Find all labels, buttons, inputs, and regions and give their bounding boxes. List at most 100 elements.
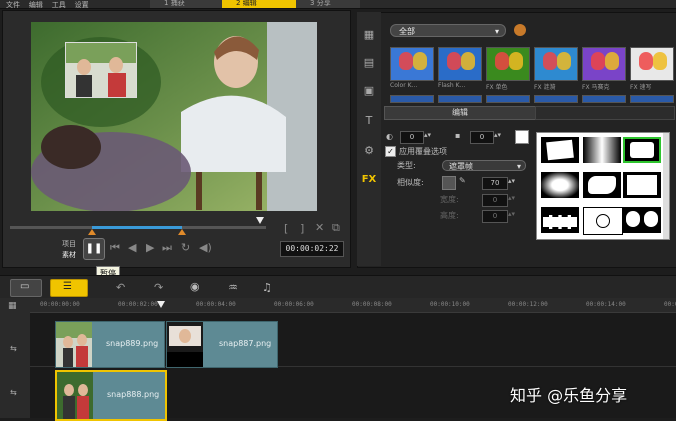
mode-clip[interactable]: 素材 — [62, 250, 76, 260]
type-value: 遮罩帧 — [449, 162, 473, 171]
spin-arrows-icon[interactable]: ▴▾ — [508, 210, 515, 218]
category-value: 全部 — [399, 27, 415, 36]
filter-thumbnail[interactable] — [582, 47, 626, 81]
menu-settings[interactable]: 设置 — [75, 2, 89, 9]
home-icon[interactable]: ⏮ — [110, 241, 120, 255]
redo-icon[interactable]: ↷ — [154, 281, 163, 294]
split-icon[interactable]: ✕ — [315, 221, 324, 234]
spin-arrows-icon[interactable]: ▴▾ — [508, 194, 515, 202]
menu-tools[interactable]: 工具 — [52, 2, 66, 9]
media-icon[interactable]: ▦ — [361, 28, 377, 42]
filter-thumbnail-partial[interactable] — [486, 95, 530, 103]
eyedropper-icon[interactable]: ✎ — [459, 176, 466, 185]
apply-overlay-checkbox[interactable]: ✓ — [385, 146, 396, 157]
step-edit[interactable]: 2 编辑 — [222, 0, 306, 8]
mode-project[interactable]: 项目 — [62, 239, 76, 249]
video-clip-snap887[interactable]: snap887.png — [166, 321, 278, 368]
tab-attributes[interactable] — [535, 106, 675, 120]
filter-thumbnail[interactable] — [630, 47, 674, 81]
similarity-label: 相似度: — [397, 178, 424, 187]
filter-thumbnail-partial[interactable] — [438, 95, 482, 103]
fx-icon[interactable]: FX — [361, 174, 377, 188]
playhead-handle[interactable] — [256, 217, 264, 224]
graphic-icon[interactable]: ▣ — [361, 84, 377, 98]
key-color-swatch[interactable] — [442, 176, 456, 190]
filter-thumbnail-partial[interactable] — [630, 95, 674, 103]
border-spin[interactable]: 0 — [470, 131, 494, 144]
video-clip-snap889[interactable]: snap889.png — [55, 321, 165, 368]
prev-frame-icon[interactable]: ◀ — [128, 241, 136, 254]
filter-thumbnail[interactable] — [534, 47, 578, 81]
similarity-spin[interactable]: 70 — [482, 177, 508, 190]
step-share[interactable]: 3 分享 — [296, 0, 360, 8]
category-dropdown[interactable]: 全部 ▾ — [390, 24, 506, 37]
mask-frame-9[interactable] — [623, 207, 661, 233]
ruler-tick-label: 00:00:08:00 — [352, 301, 392, 308]
spin-arrows-icon[interactable]: ▴▾ — [494, 131, 501, 139]
menu-file[interactable]: 文件 — [6, 2, 20, 9]
mask-frame-3-selected[interactable] — [623, 137, 661, 163]
trim-end-handle[interactable] — [178, 229, 186, 235]
filter-thumbnail-label: FX 速写 — [630, 84, 652, 91]
overlay-clip-snap888[interactable]: snap888.png — [55, 370, 167, 421]
overlay-track-icon: ⇆ — [10, 388, 17, 397]
enlarge-icon[interactable]: ⧉ — [332, 221, 340, 235]
type-label: 类型: — [397, 161, 416, 170]
mask-frame-7[interactable] — [541, 207, 579, 233]
overlay-pip[interactable] — [65, 42, 137, 98]
get-more-icon[interactable] — [514, 24, 526, 36]
next-frame-icon[interactable]: ▶ — [146, 241, 154, 254]
title-icon[interactable]: T — [361, 114, 377, 128]
balloon-icon — [557, 52, 571, 70]
type-select[interactable]: 遮罩帧 ▾ — [442, 160, 526, 171]
filter-thumbnail[interactable] — [390, 47, 434, 81]
mark-in-button[interactable]: [ — [284, 222, 288, 235]
timecode-display[interactable]: 00:00:02:22 — [280, 241, 344, 257]
width-spin[interactable]: 0 — [482, 194, 508, 207]
mask-frame-8[interactable] — [583, 207, 623, 235]
timeline-view-button[interactable]: ☰ — [50, 279, 88, 297]
ruler-tick-label: 00:00:10:00 — [430, 301, 470, 308]
mask-frame-6[interactable] — [623, 172, 661, 198]
filter-thumbnail-partial[interactable] — [390, 95, 434, 103]
mask-frame-1[interactable] — [541, 137, 579, 163]
mask-scrollbar[interactable] — [663, 133, 669, 239]
border-color-swatch[interactable] — [515, 130, 529, 144]
repeat-icon[interactable]: ↻ — [181, 241, 190, 254]
spin-arrows-icon[interactable]: ▴▾ — [424, 131, 431, 139]
balloon-icon — [447, 52, 461, 70]
trim-start-handle[interactable] — [88, 229, 96, 235]
end-icon[interactable]: ⏭ — [162, 241, 172, 255]
filter-thumbnail-label: FX 涟漪 — [534, 84, 556, 91]
balloon-icon — [543, 52, 557, 70]
mask-frame-5[interactable] — [583, 172, 621, 198]
mark-out-button[interactable]: ] — [300, 222, 304, 235]
mask-frame-2[interactable] — [583, 137, 621, 163]
balloon-icon — [399, 52, 413, 70]
height-spin[interactable]: 0 — [482, 210, 508, 223]
spin-arrows-icon[interactable]: ▴▾ — [508, 177, 515, 185]
mask-frame-4[interactable] — [541, 172, 579, 198]
filter-thumbnail-partial[interactable] — [534, 95, 578, 103]
ruler-tick-label: 00:00:06:00 — [274, 301, 314, 308]
auto-music-icon[interactable]: ♫ — [262, 281, 272, 294]
audio-mixer-icon[interactable]: ♒ — [228, 281, 238, 294]
balloon-icon — [605, 52, 619, 70]
tab-edit[interactable]: 编辑 — [384, 106, 536, 120]
filter-thumbnail-partial[interactable] — [582, 95, 626, 103]
undo-icon[interactable]: ↶ — [116, 281, 125, 294]
path-icon[interactable]: ⚙ — [361, 144, 377, 158]
menu-edit[interactable]: 编辑 — [29, 2, 43, 9]
filter-thumbnail[interactable] — [438, 47, 482, 81]
timeline-playhead[interactable] — [157, 301, 165, 308]
storyboard-view-button[interactable]: ▭ — [10, 279, 42, 297]
filter-thumbnail[interactable] — [486, 47, 530, 81]
track-manager-icon[interactable]: ▦ — [8, 301, 17, 311]
pause-button[interactable]: ❚❚ — [83, 238, 105, 260]
storyboard-icon: ▭ — [20, 281, 30, 292]
transition-icon[interactable]: ▤ — [361, 56, 377, 70]
record-capture-icon[interactable]: ◉ — [190, 280, 200, 293]
volume-icon[interactable]: ◀) — [199, 241, 212, 254]
transparency-spin[interactable]: 0 — [400, 131, 424, 144]
overlay-alpha-icon: ◐ — [386, 132, 393, 141]
